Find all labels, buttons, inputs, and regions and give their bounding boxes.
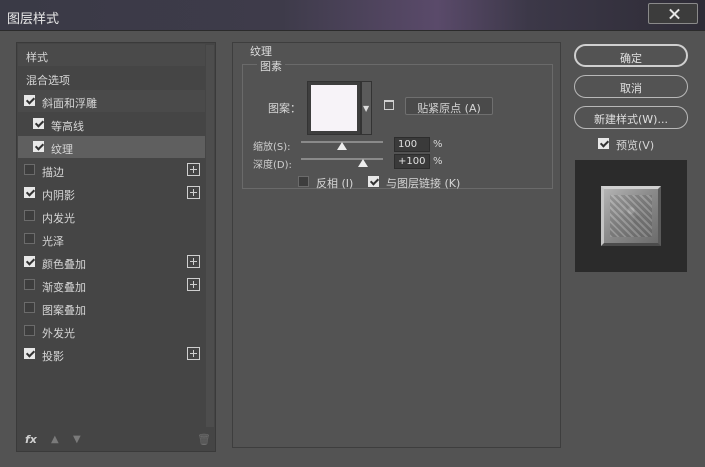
preview-checkbox[interactable] (598, 138, 609, 149)
pattern-swatch[interactable] (307, 81, 361, 135)
contour-checkbox[interactable] (33, 118, 44, 129)
stroke-checkbox[interactable] (24, 164, 35, 175)
add-drop-shadow-icon[interactable] (187, 347, 200, 360)
link-with-layer-label: 与图层链接 (K) (386, 177, 461, 190)
ok-button[interactable]: 确定 (574, 44, 688, 67)
texture-settings-panel: 纹理 图素 图案： ▼ 贴紧原点 (A) 缩放(S): 100 % 深度(D):… (232, 42, 561, 448)
sidebar-item-label: 等高线 (51, 120, 84, 133)
inner-shadow-checkbox[interactable] (24, 187, 35, 198)
title-bar: 图层样式 (0, 0, 705, 31)
sidebar-item-stroke[interactable]: 描边 (18, 159, 205, 181)
pattern-dropdown[interactable]: ▼ (361, 81, 372, 135)
chevron-down-icon: ▼ (363, 104, 370, 113)
preview-thumbnail (601, 186, 661, 246)
sidebar-item-label: 投影 (42, 350, 64, 363)
snap-to-origin-button[interactable]: 贴紧原点 (A) (405, 97, 493, 115)
style-list-footer: fx ▲ ▼ 🗑 (17, 429, 215, 451)
sidebar-item-inner-glow[interactable]: 内发光 (18, 205, 205, 227)
color-overlay-checkbox[interactable] (24, 256, 35, 267)
add-inner-shadow-icon[interactable] (187, 186, 200, 199)
preview-label: 预览(V) (616, 139, 655, 152)
outer-glow-checkbox[interactable] (24, 325, 35, 336)
drop-shadow-checkbox[interactable] (24, 348, 35, 359)
sidebar-item-label: 图案叠加 (42, 304, 86, 317)
depth-slider-track[interactable] (301, 158, 383, 160)
group-title: 图素 (257, 58, 285, 74)
sidebar-item-texture[interactable]: 纹理 (18, 136, 205, 158)
sidebar-item-label: 内阴影 (42, 189, 75, 202)
pattern-label: 图案： (268, 102, 301, 115)
gradient-overlay-checkbox[interactable] (24, 279, 35, 290)
depth-label: 深度(D): (253, 160, 292, 171)
sidebar-item-drop-shadow[interactable]: 投影 (18, 343, 205, 365)
depth-slider-thumb[interactable] (357, 159, 368, 167)
link-with-layer-checkbox[interactable] (368, 176, 379, 187)
cancel-button[interactable]: 取消 (574, 75, 688, 98)
sidebar-item-color-overlay[interactable]: 颜色叠加 (18, 251, 205, 273)
texture-checkbox[interactable] (33, 141, 44, 152)
sidebar-item-blending-options[interactable]: 混合选项 (18, 67, 205, 89)
satin-checkbox[interactable] (24, 233, 35, 244)
depth-unit: % (433, 156, 443, 167)
sidebar-item-label: 外发光 (42, 327, 75, 340)
dialog-title: 图层样式 (7, 12, 60, 27)
sidebar-item-label: 颜色叠加 (42, 258, 86, 271)
depth-input[interactable]: +100 (394, 154, 430, 169)
sidebar-item-bevel-emboss[interactable]: 斜面和浮雕 (18, 90, 205, 112)
sidebar-item-label: 内发光 (42, 212, 75, 225)
close-button[interactable] (648, 3, 698, 24)
add-color-overlay-icon[interactable] (187, 255, 200, 268)
move-down-icon[interactable]: ▼ (73, 434, 81, 445)
pattern-overlay-checkbox[interactable] (24, 302, 35, 313)
scale-label: 缩放(S): (253, 142, 291, 153)
scale-input[interactable]: 100 (394, 137, 430, 152)
sidebar-item-label: 样式 (26, 51, 48, 64)
sidebar-item-label: 斜面和浮雕 (42, 97, 97, 110)
section-title: 纹理 (250, 45, 272, 58)
invert-checkbox[interactable] (298, 176, 309, 187)
trash-icon[interactable]: 🗑 (197, 433, 211, 446)
style-list-panel: 样式混合选项斜面和浮雕等高线纹理描边内阴影内发光光泽颜色叠加渐变叠加图案叠加外发… (16, 42, 216, 452)
sidebar-item-outer-glow[interactable]: 外发光 (18, 320, 205, 342)
bevel-emboss-checkbox[interactable] (24, 95, 35, 106)
sidebar-item-satin[interactable]: 光泽 (18, 228, 205, 250)
scale-unit: % (433, 139, 443, 150)
sidebar-item-inner-shadow[interactable]: 内阴影 (18, 182, 205, 204)
sidebar-item-gradient-overlay[interactable]: 渐变叠加 (18, 274, 205, 296)
invert-label: 反相 (I) (316, 177, 354, 190)
style-list-scrollbar[interactable] (206, 45, 214, 427)
scale-slider-thumb[interactable] (337, 142, 347, 150)
sidebar-item-contour[interactable]: 等高线 (18, 113, 205, 135)
sidebar-item-label: 混合选项 (26, 74, 70, 87)
move-up-icon[interactable]: ▲ (51, 434, 59, 445)
new-style-button[interactable]: 新建样式(W)... (574, 106, 688, 129)
sidebar-item-pattern-overlay[interactable]: 图案叠加 (18, 297, 205, 319)
sidebar-item-label: 纹理 (51, 143, 73, 156)
add-gradient-overlay-icon[interactable] (187, 278, 200, 291)
sidebar-item-label: 描边 (42, 166, 64, 179)
style-preview (575, 160, 687, 272)
add-stroke-icon[interactable] (187, 163, 200, 176)
sidebar-item-label: 光泽 (42, 235, 64, 248)
sidebar-item-label: 渐变叠加 (42, 281, 86, 294)
inner-glow-checkbox[interactable] (24, 210, 35, 221)
fx-menu-button[interactable]: fx (25, 433, 37, 446)
new-preset-icon[interactable] (384, 100, 394, 110)
sidebar-item-styles[interactable]: 样式 (18, 44, 205, 66)
elements-group: 图素 图案： ▼ 贴紧原点 (A) 缩放(S): 100 % 深度(D): +1… (242, 58, 553, 190)
